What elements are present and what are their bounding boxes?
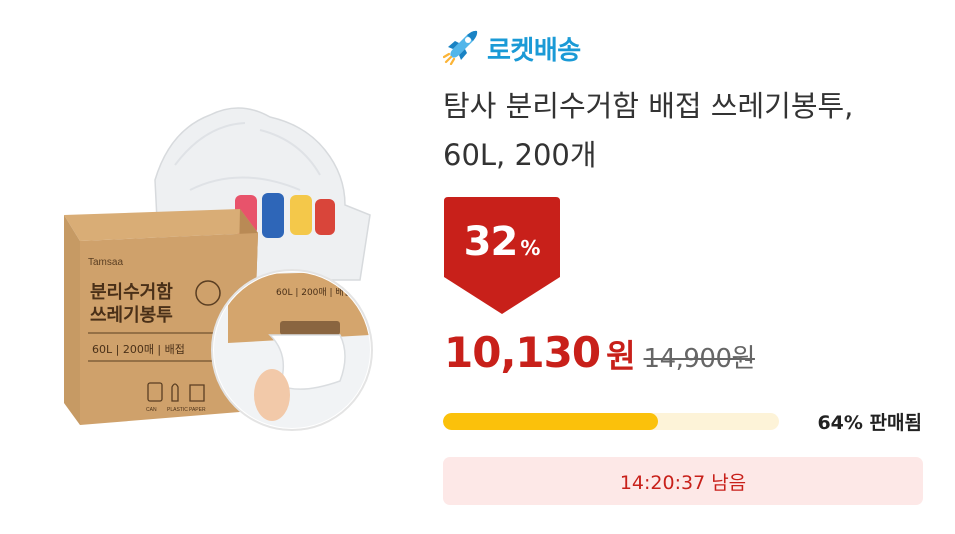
garbage-bag-box-illustration: Tamsaa 분리수거함 쓰레기봉투 60L | 200매 | 배접 CAN P… — [64, 107, 373, 431]
rocket-delivery-badge[interactable]: 로켓배송 — [442, 26, 581, 70]
rocket-delivery-label: 로켓배송 — [487, 35, 581, 66]
recycle-label-paper: PAPER — [189, 407, 206, 413]
sold-percentage-label: 64% 판매됨 — [817, 412, 922, 434]
price-row: 10,130 원 14,900원 — [444, 328, 755, 388]
discount-value: 32% — [444, 219, 560, 265]
sales-progress-fill — [443, 413, 659, 430]
sale-price-unit: 원 — [606, 337, 636, 375]
recycle-label-plastic: PLASTIC — [167, 407, 188, 413]
discount-number: 32 — [463, 219, 519, 265]
recycle-label-can: CAN — [146, 407, 157, 413]
product-title-line1: 탐사 분리수거함 배접 쓰레기봉투, — [443, 89, 854, 123]
sales-progress-bar — [443, 413, 779, 430]
box-brand-text: Tamsaa — [88, 257, 123, 268]
product-title-line2: 60L, 200개 — [443, 138, 597, 172]
sale-price: 10,130 — [444, 328, 601, 377]
countdown-timer-text: 14:20:37 남음 — [619, 471, 747, 494]
discount-badge: 32% — [444, 197, 560, 314]
product-title[interactable]: 탐사 분리수거함 배접 쓰레기봉투, 60L, 200개 — [443, 82, 933, 180]
box-spec-text: 60L | 200매 | 배접 — [92, 343, 185, 356]
product-image[interactable]: Tamsaa 분리수거함 쓰레기봉투 60L | 200매 | 배접 CAN P… — [40, 95, 410, 455]
box-title-line2: 쓰레기봉투 — [90, 305, 173, 326]
product-deal-card[interactable]: Tamsaa 분리수거함 쓰레기봉투 60L | 200매 | 배접 CAN P… — [0, 0, 955, 534]
original-price: 14,900원 — [643, 344, 756, 374]
discount-percent-sign: % — [520, 236, 541, 260]
box-title-line1: 분리수거함 — [90, 281, 173, 303]
countdown-timer: 14:20:37 남음 — [443, 457, 923, 505]
rocket-icon — [442, 27, 481, 69]
